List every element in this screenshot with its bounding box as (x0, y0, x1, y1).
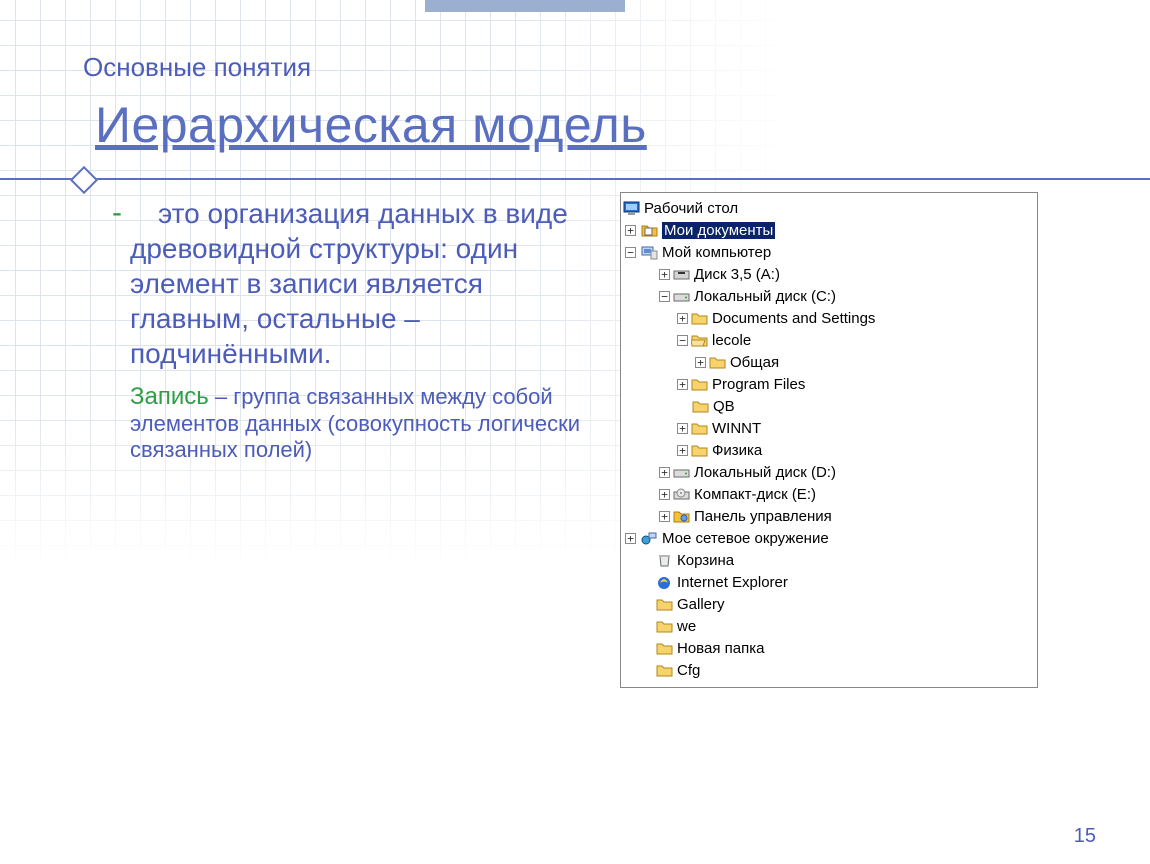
internet-explorer-icon (656, 575, 673, 590)
tree-node-we[interactable]: we (623, 615, 1035, 637)
folder-icon (656, 597, 673, 612)
folder-icon (656, 619, 673, 634)
tree-label: Мое сетевое окружение (662, 530, 829, 547)
body-main-text: это организация данных в виде древовидно… (130, 198, 568, 369)
expand-toggle[interactable]: + (659, 489, 670, 500)
tree-node-winnt[interactable]: + WINNT (623, 417, 1035, 439)
tree-label: Панель управления (694, 508, 832, 525)
tree-label: Program Files (712, 376, 805, 393)
local-drive-icon (673, 289, 690, 304)
tree-node-fizika[interactable]: + Физика (623, 439, 1035, 461)
tree-node-desktop[interactable]: Рабочий стол (623, 197, 1035, 219)
my-computer-icon (641, 245, 658, 260)
tree-label: Корзина (677, 552, 734, 569)
explorer-tree: Рабочий стол + Мои документы − Мой компь… (623, 197, 1035, 681)
tree-node-my-pc[interactable]: − Мой компьютер (623, 241, 1035, 263)
expand-toggle[interactable]: + (659, 269, 670, 280)
tree-node-ie[interactable]: Internet Explorer (623, 571, 1035, 593)
folder-icon (691, 443, 708, 458)
tree-node-network[interactable]: + Мое сетевое окружение (623, 527, 1035, 549)
my-documents-icon (641, 223, 658, 238)
tree-label: Физика (712, 442, 762, 459)
tree-node-control-panel[interactable]: + Панель управления (623, 505, 1035, 527)
tree-node-obshaya[interactable]: + Общая (623, 351, 1035, 373)
header-accent-block (425, 0, 625, 12)
tree-label: Internet Explorer (677, 574, 788, 591)
desktop-icon (623, 201, 640, 216)
bullet-dash: - (112, 194, 122, 232)
expand-toggle[interactable]: − (659, 291, 670, 302)
expand-toggle[interactable]: + (695, 357, 706, 368)
tree-node-cfg[interactable]: Cfg (623, 659, 1035, 681)
local-drive-icon (673, 465, 690, 480)
body-paragraph-main: - это организация данных в виде древовид… (130, 196, 598, 371)
folder-icon (691, 311, 708, 326)
slide: Основные понятия Иерархическая модель - … (0, 0, 1150, 864)
tree-label: lecole (712, 332, 751, 349)
tree-node-gallery[interactable]: Gallery (623, 593, 1035, 615)
explorer-tree-panel: Рабочий стол + Мои документы − Мой компь… (620, 192, 1038, 688)
folder-icon (656, 663, 673, 678)
folder-open-icon (691, 333, 708, 348)
tree-label: we (677, 618, 696, 635)
expand-toggle[interactable]: + (677, 379, 688, 390)
expand-toggle[interactable]: + (677, 313, 688, 324)
tree-label: Компакт-диск (E:) (694, 486, 816, 503)
tree-node-drive-e[interactable]: + Компакт-диск (E:) (623, 483, 1035, 505)
tree-label: Documents and Settings (712, 310, 875, 327)
floppy-drive-icon (673, 267, 690, 282)
expand-toggle[interactable]: + (625, 533, 636, 544)
tree-label-selected: Мои документы (662, 222, 775, 239)
section-label: Основные понятия (83, 52, 311, 83)
expand-toggle[interactable]: + (659, 467, 670, 478)
folder-icon (656, 641, 673, 656)
tree-label: Локальный диск (D:) (694, 464, 836, 481)
tree-node-docs-settings[interactable]: + Documents and Settings (623, 307, 1035, 329)
folder-icon (692, 399, 709, 414)
control-panel-icon (673, 509, 690, 524)
tree-node-my-docs[interactable]: + Мои документы (623, 219, 1035, 241)
tree-label: Мой компьютер (662, 244, 771, 261)
network-places-icon (641, 531, 658, 546)
page-number: 15 (1074, 825, 1096, 848)
cd-drive-icon (673, 487, 690, 502)
recycle-bin-icon (656, 553, 673, 568)
body-paragraph-sub: Запись – группа связанных между собой эл… (130, 383, 598, 464)
tree-node-drive-c[interactable]: − Локальный диск (C:) (623, 285, 1035, 307)
tree-label: QB (713, 398, 735, 415)
tree-label: Рабочий стол (644, 200, 738, 217)
tree-label: Cfg (677, 662, 700, 679)
tree-node-new-folder[interactable]: Новая папка (623, 637, 1035, 659)
tree-node-recycle-bin[interactable]: Корзина (623, 549, 1035, 571)
rule-diamond-marker (70, 166, 98, 194)
tree-node-program-files[interactable]: + Program Files (623, 373, 1035, 395)
tree-label: Gallery (677, 596, 725, 613)
expand-toggle[interactable]: + (659, 511, 670, 522)
tree-label: Локальный диск (C:) (694, 288, 836, 305)
title-underline-rule (0, 178, 1150, 180)
folder-icon (709, 355, 726, 370)
expand-toggle[interactable]: − (677, 335, 688, 346)
expand-toggle[interactable]: + (625, 225, 636, 236)
folder-icon (691, 421, 708, 436)
tree-node-drive-d[interactable]: + Локальный диск (D:) (623, 461, 1035, 483)
tree-label: Общая (730, 354, 779, 371)
tree-node-floppy[interactable]: + Диск 3,5 (A:) (623, 263, 1035, 285)
tree-label: Новая папка (677, 640, 764, 657)
slide-title: Иерархическая модель (95, 96, 647, 154)
tree-node-lecole[interactable]: − lecole (623, 329, 1035, 351)
sub-term-label: Запись (130, 383, 209, 410)
tree-node-qb[interactable]: QB (623, 395, 1035, 417)
expand-toggle[interactable]: + (677, 423, 688, 434)
tree-label: WINNT (712, 420, 761, 437)
folder-icon (691, 377, 708, 392)
expand-toggle[interactable]: − (625, 247, 636, 258)
body-column: - это организация данных в виде древовид… (130, 196, 598, 464)
expand-toggle[interactable]: + (677, 445, 688, 456)
tree-label: Диск 3,5 (A:) (694, 266, 780, 283)
